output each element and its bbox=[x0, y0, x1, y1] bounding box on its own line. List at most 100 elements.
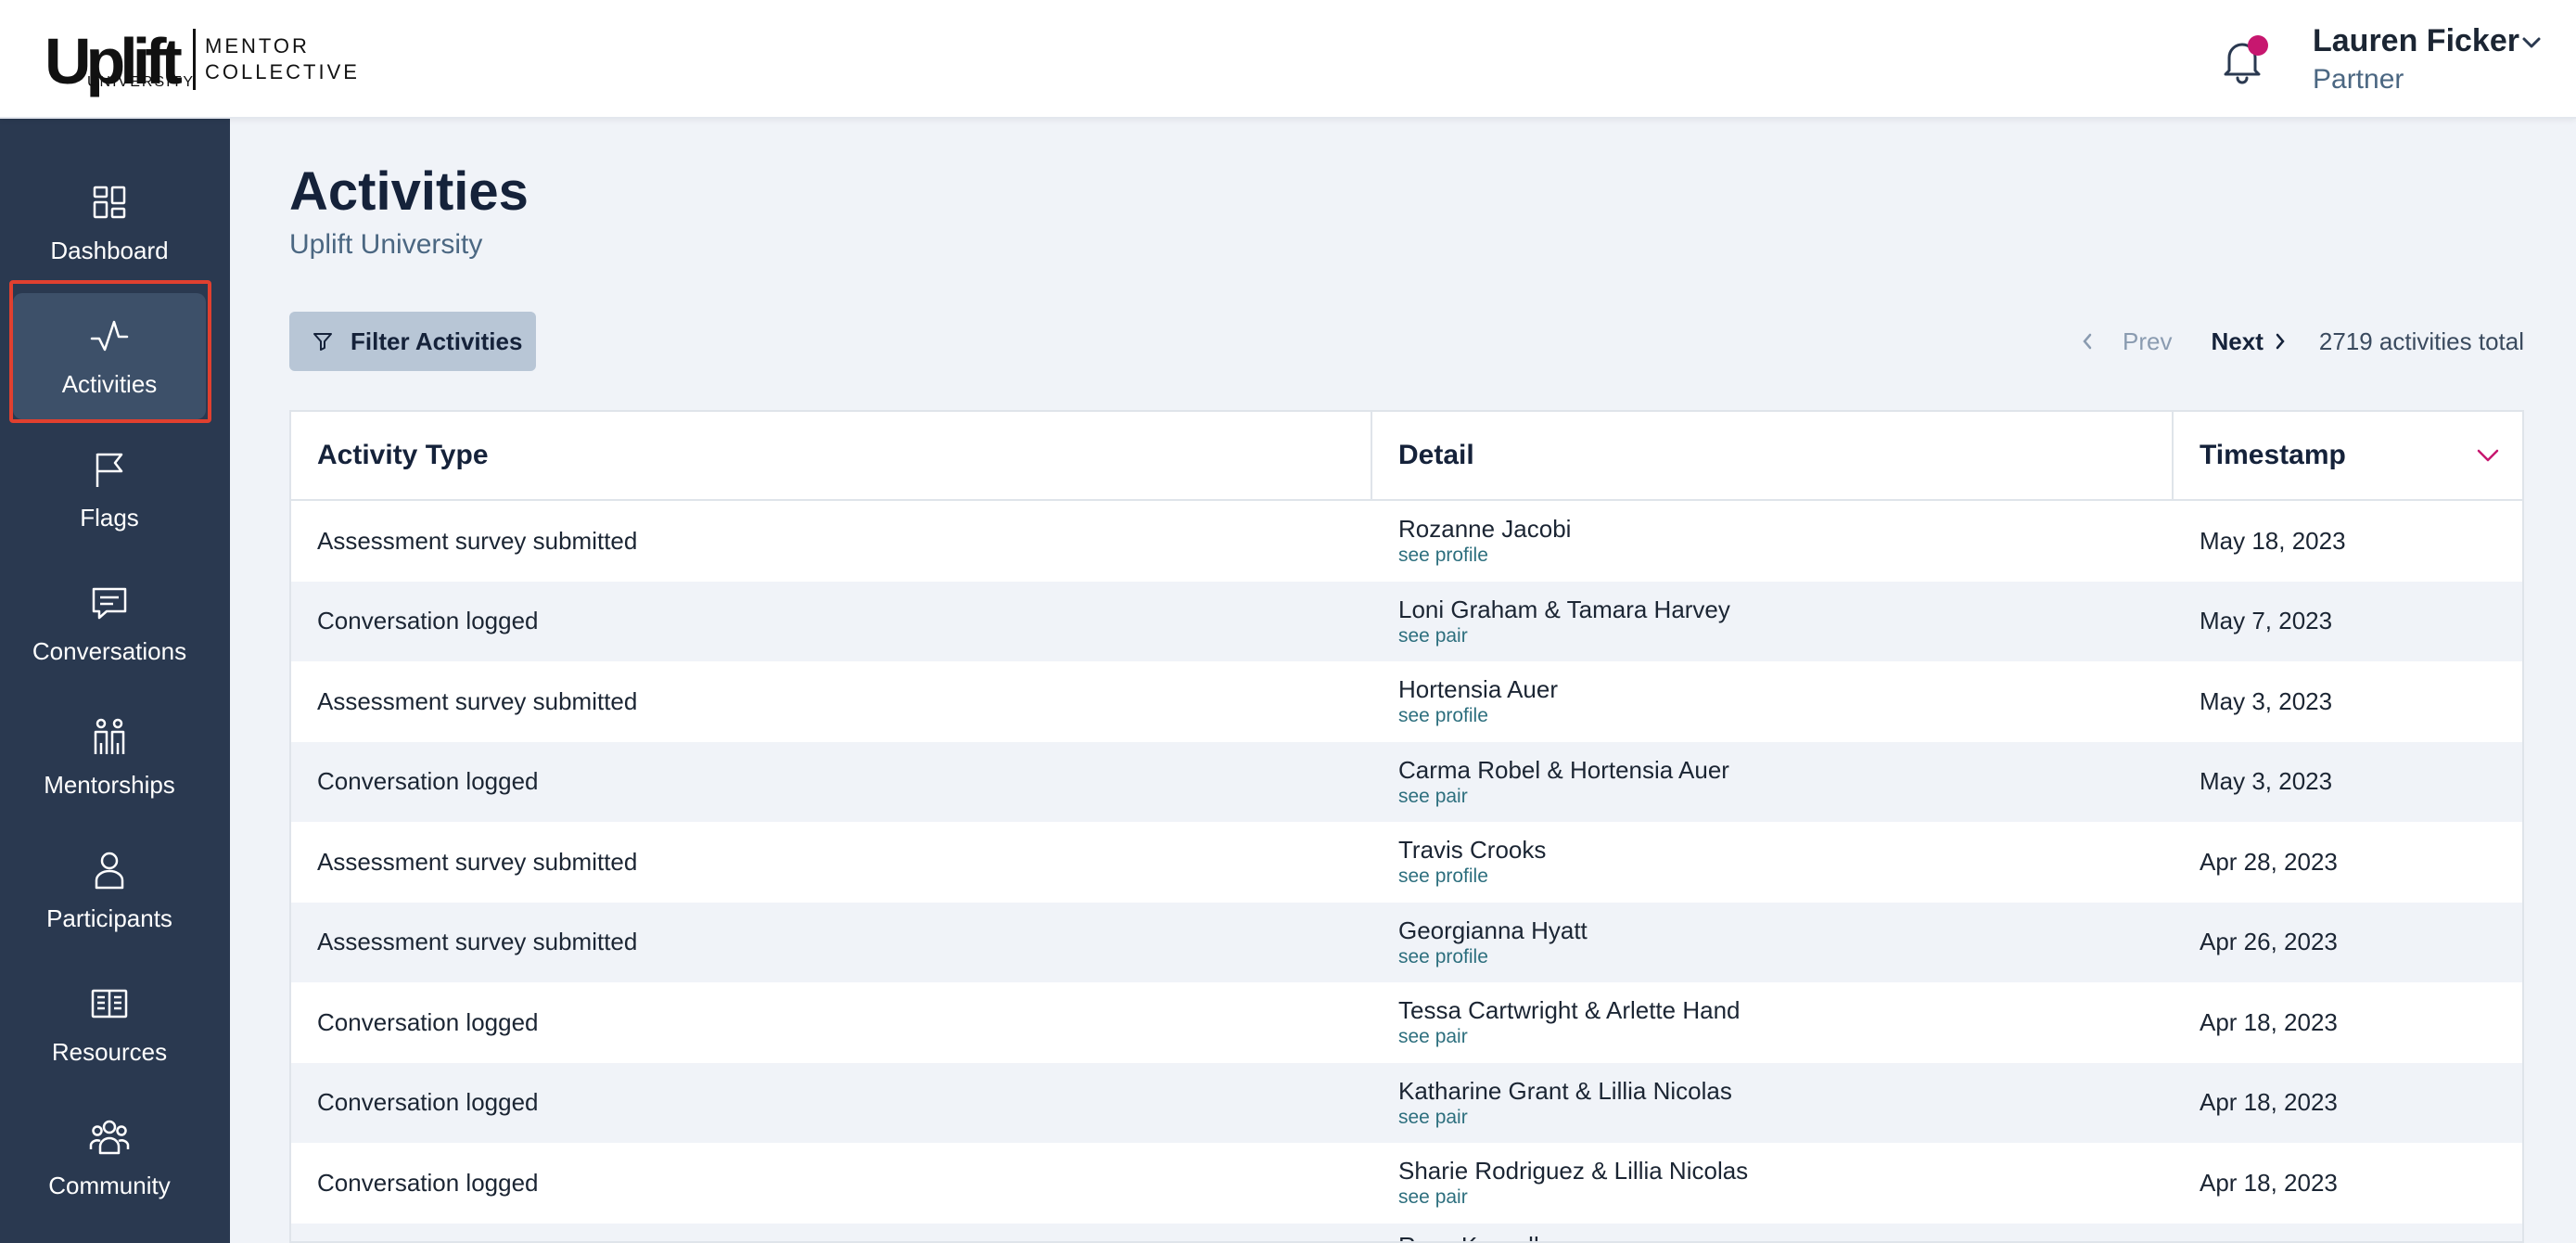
detail-cell: Loni Graham & Tamara Harvey see pair bbox=[1398, 582, 1730, 662]
sidebar-item-label: Activities bbox=[61, 369, 158, 398]
book-icon bbox=[91, 989, 128, 1018]
see-profile-link[interactable]: see profile bbox=[1398, 544, 1488, 568]
timestamp-cell: Apr 18, 2023 bbox=[2200, 1168, 2338, 1197]
timestamp-cell: May 3, 2023 bbox=[2200, 686, 2333, 715]
next-label: Next bbox=[2211, 327, 2264, 355]
detail-name: Tessa Cartwright & Arlette Hand bbox=[1398, 996, 1741, 1025]
timestamp-cell: May 18, 2023 bbox=[2200, 526, 2346, 555]
page-subtitle: Uplift University bbox=[289, 229, 483, 260]
see-pair-link[interactable]: see pair bbox=[1398, 624, 1468, 648]
timestamp-cell: Apr 26, 2023 bbox=[2200, 928, 2338, 956]
uplift-logo-mark: Uplift UNIVERSITY bbox=[41, 22, 193, 97]
group-icon bbox=[89, 1120, 130, 1154]
logo-sub: UNIVERSITY bbox=[87, 74, 196, 90]
prev-label: Prev bbox=[2123, 327, 2173, 355]
notifications-button[interactable] bbox=[2216, 33, 2268, 85]
see-profile-link[interactable]: see profile bbox=[1398, 945, 1488, 969]
detail-name: Rosa Kassulke bbox=[1398, 1231, 1559, 1242]
sidebar-item-resources[interactable]: Resources bbox=[13, 961, 206, 1087]
see-pair-link[interactable]: see pair bbox=[1398, 1185, 1468, 1210]
sidebar-item-label: Mentorships bbox=[44, 770, 175, 799]
notification-dot bbox=[2248, 35, 2268, 56]
partner-logo-text: MENTOR COLLECTIVE bbox=[205, 33, 360, 85]
table-row: Rosa Kassulke bbox=[291, 1223, 2522, 1242]
sort-chevron-down-icon[interactable] bbox=[2476, 447, 2500, 464]
table-row: Assessment survey submitted Hortensia Au… bbox=[291, 661, 2522, 742]
sidebar-item-label: Flags bbox=[80, 503, 139, 532]
timestamp-cell: Apr 18, 2023 bbox=[2200, 1007, 2338, 1036]
top-header: Uplift UNIVERSITY MENTOR COLLECTIVE Laur… bbox=[0, 0, 2576, 119]
sidebar-item-label: Participants bbox=[46, 903, 172, 932]
brand-logo[interactable]: Uplift UNIVERSITY MENTOR COLLECTIVE bbox=[41, 22, 360, 97]
see-pair-link[interactable]: see pair bbox=[1398, 1025, 1468, 1049]
sidebar-nav: Dashboard Activities Flags Conversations… bbox=[0, 119, 230, 1243]
sidebar-item-label: Resources bbox=[51, 1037, 168, 1066]
detail-cell: Rosa Kassulke bbox=[1398, 1224, 1559, 1242]
prev-page-button[interactable]: Prev bbox=[2080, 327, 2173, 356]
see-pair-link[interactable]: see pair bbox=[1398, 785, 1468, 809]
chevron-left-icon bbox=[2083, 333, 2092, 350]
detail-cell: Sharie Rodriguez & Lillia Nicolas see pa… bbox=[1398, 1143, 1748, 1224]
table-row: Assessment survey submitted Georgianna H… bbox=[291, 902, 2522, 982]
filter-funnel-icon bbox=[313, 333, 332, 351]
flag-icon bbox=[96, 453, 123, 487]
pair-people-icon bbox=[94, 718, 125, 754]
table-row: Conversation logged Carma Robel & Horten… bbox=[291, 741, 2522, 823]
timestamp-cell: Apr 18, 2023 bbox=[2200, 1088, 2338, 1117]
sidebar-item-label: Dashboard bbox=[50, 236, 169, 264]
table-row: Conversation logged Katharine Grant & Li… bbox=[291, 1062, 2522, 1144]
person-icon bbox=[95, 852, 124, 889]
see-profile-link[interactable]: see profile bbox=[1398, 704, 1488, 728]
timestamp-cell: Apr 28, 2023 bbox=[2200, 847, 2338, 876]
activity-type-cell: Conversation logged bbox=[317, 1088, 539, 1117]
table-row: Conversation logged Sharie Rodriguez & L… bbox=[291, 1143, 2522, 1224]
timestamp-cell: May 3, 2023 bbox=[2200, 767, 2333, 796]
dashboard-icon bbox=[93, 186, 126, 218]
activity-type-cell: Assessment survey submitted bbox=[317, 928, 638, 956]
see-pair-link[interactable]: see pair bbox=[1398, 1106, 1468, 1130]
user-role: Partner bbox=[2313, 64, 2404, 95]
activity-type-cell: Conversation logged bbox=[317, 1007, 539, 1036]
activities-table: Activity Type Detail Timestamp Assessmen… bbox=[289, 410, 2524, 1243]
table-row: Conversation logged Tessa Cartwright & A… bbox=[291, 982, 2522, 1063]
detail-name: Loni Graham & Tamara Harvey bbox=[1398, 595, 1730, 623]
detail-name: Katharine Grant & Lillia Nicolas bbox=[1398, 1076, 1732, 1105]
activity-type-cell: Conversation logged bbox=[317, 607, 539, 635]
detail-cell: Rozanne Jacobi see profile bbox=[1398, 501, 1571, 582]
table-row: Conversation logged Loni Graham & Tamara… bbox=[291, 581, 2522, 662]
detail-name: Georgianna Hyatt bbox=[1398, 916, 1588, 944]
sidebar-item-community[interactable]: Community bbox=[13, 1095, 206, 1221]
sidebar-item-activities[interactable]: Activities bbox=[13, 293, 206, 419]
table-row: Assessment survey submitted Rozanne Jaco… bbox=[291, 501, 2522, 582]
detail-cell: Katharine Grant & Lillia Nicolas see pai… bbox=[1398, 1063, 1732, 1144]
next-page-button[interactable]: Next bbox=[2212, 327, 2288, 356]
user-name: Lauren Ficker bbox=[2313, 23, 2519, 58]
activity-type-cell: Assessment survey submitted bbox=[317, 526, 638, 555]
activity-pulse-icon bbox=[90, 320, 129, 351]
partner-line-2: COLLECTIVE bbox=[205, 60, 360, 83]
detail-cell: Tessa Cartwright & Arlette Hand see pair bbox=[1398, 982, 1741, 1063]
sidebar-item-mentorships[interactable]: Mentorships bbox=[13, 694, 206, 820]
detail-cell: Hortensia Auer see profile bbox=[1398, 661, 1558, 742]
sidebar-item-flags[interactable]: Flags bbox=[13, 427, 206, 553]
table-header: Activity Type Detail Timestamp bbox=[291, 412, 2522, 501]
filter-button-label: Filter Activities bbox=[351, 327, 523, 355]
detail-cell: Travis Crooks see profile bbox=[1398, 822, 1546, 903]
chevron-down-icon[interactable] bbox=[2519, 33, 2544, 52]
sidebar-item-participants[interactable]: Participants bbox=[13, 827, 206, 954]
activities-total: 2719 activities total bbox=[2318, 327, 2524, 355]
activity-type-cell: Assessment survey submitted bbox=[317, 847, 638, 876]
sidebar-item-conversations[interactable]: Conversations bbox=[13, 560, 206, 686]
timestamp-header-label: Timestamp bbox=[2200, 440, 2346, 470]
user-menu[interactable]: Lauren Ficker Partner bbox=[2313, 20, 2519, 98]
see-profile-link[interactable]: see profile bbox=[1398, 865, 1488, 889]
detail-name: Travis Crooks bbox=[1398, 836, 1547, 865]
filter-activities-button[interactable]: Filter Activities bbox=[289, 312, 536, 371]
pagination: Prev Next 2719 activities total bbox=[2080, 319, 2524, 364]
column-header-timestamp[interactable]: Timestamp bbox=[2174, 412, 2522, 499]
column-header-activity-type: Activity Type bbox=[291, 412, 1372, 499]
chevron-right-icon bbox=[2276, 333, 2285, 350]
sidebar-item-label: Community bbox=[48, 1171, 171, 1199]
detail-cell: Carma Robel & Hortensia Auer see pair bbox=[1398, 742, 1729, 823]
sidebar-item-dashboard[interactable]: Dashboard bbox=[13, 160, 206, 286]
